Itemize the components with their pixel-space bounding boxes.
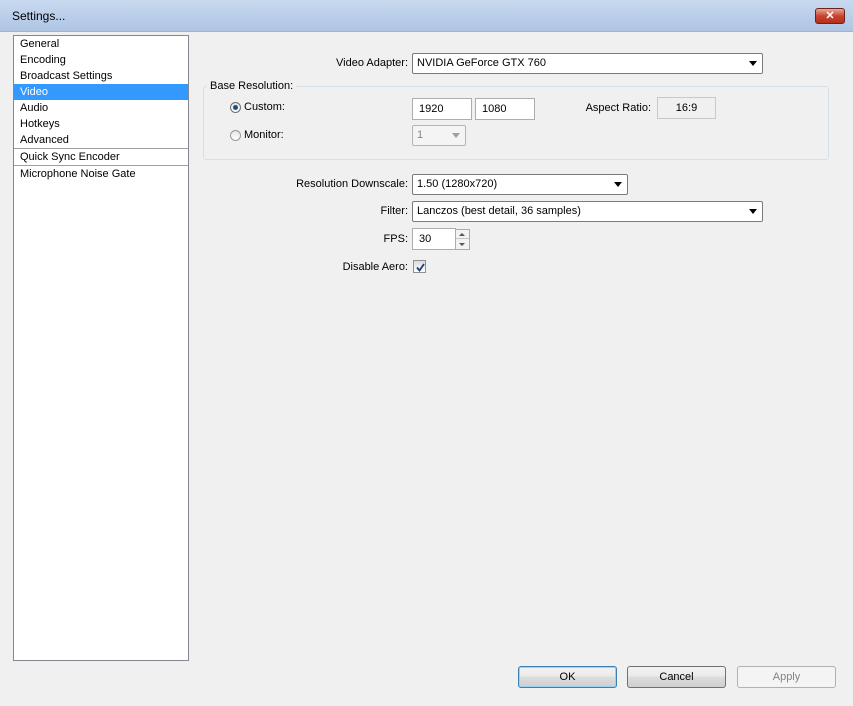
monitor-dropdown[interactable]: 1 (412, 125, 466, 146)
sidebar-item-broadcast-settings[interactable]: Broadcast Settings (14, 68, 188, 84)
settings-category-list[interactable]: General Encoding Broadcast Settings Vide… (13, 35, 189, 661)
cancel-button[interactable]: Cancel (627, 666, 726, 688)
fps-input[interactable]: 30 (412, 228, 456, 250)
disable-aero-label: Disable Aero: (342, 261, 408, 273)
resolution-height-value: 1080 (482, 103, 507, 115)
close-icon: ✕ (825, 10, 835, 22)
checkmark-icon (416, 263, 425, 272)
aspect-ratio-value: 16:9 (657, 97, 716, 119)
video-adapter-dropdown[interactable]: NVIDIA GeForce GTX 760 (412, 53, 763, 74)
fps-value: 30 (419, 233, 432, 245)
monitor-value: 1 (417, 129, 424, 141)
resolution-height-input[interactable]: 1080 (475, 98, 535, 120)
chevron-down-icon (749, 209, 757, 214)
custom-radio[interactable] (230, 102, 241, 113)
filter-value: Lanczos (best detail, 36 samples) (417, 205, 581, 217)
disable-aero-checkbox[interactable] (413, 260, 426, 273)
chevron-down-icon (452, 133, 460, 138)
sidebar-item-general[interactable]: General (14, 36, 188, 52)
monitor-radio[interactable] (230, 130, 241, 141)
fps-label: FPS: (383, 233, 408, 245)
chevron-down-icon (614, 182, 622, 187)
close-button[interactable]: ✕ (815, 8, 845, 24)
sidebar-item-microphone-noise-gate[interactable]: Microphone Noise Gate (14, 165, 188, 182)
chevron-down-icon (749, 61, 757, 66)
monitor-label[interactable]: Monitor: (244, 129, 284, 141)
filter-label: Filter: (380, 205, 409, 217)
resolution-downscale-value: 1.50 (1280x720) (417, 178, 498, 190)
custom-label[interactable]: Custom: (244, 101, 285, 113)
resolution-width-value: 1920 (419, 103, 444, 115)
resolution-width-input[interactable]: 1920 (412, 98, 472, 120)
sidebar-item-quick-sync-encoder[interactable]: Quick Sync Encoder (14, 148, 188, 165)
fps-spinner[interactable] (455, 229, 470, 250)
title-bar[interactable]: Settings... ✕ (0, 0, 853, 32)
resolution-downscale-dropdown[interactable]: 1.50 (1280x720) (412, 174, 628, 195)
sidebar-item-encoding[interactable]: Encoding (14, 52, 188, 68)
video-adapter-value: NVIDIA GeForce GTX 760 (417, 57, 546, 69)
video-adapter-label: Video Adapter: (336, 57, 408, 69)
sidebar-item-advanced[interactable]: Advanced (14, 132, 188, 148)
ok-button[interactable]: OK (518, 666, 617, 688)
spin-up-icon[interactable] (456, 230, 469, 239)
sidebar-item-audio[interactable]: Audio (14, 100, 188, 116)
window-title: Settings... (12, 9, 66, 23)
spin-down-icon[interactable] (456, 240, 469, 249)
filter-dropdown[interactable]: Lanczos (best detail, 36 samples) (412, 201, 763, 222)
apply-button[interactable]: Apply (737, 666, 836, 688)
sidebar-item-video[interactable]: Video (14, 84, 188, 100)
resolution-downscale-label: Resolution Downscale: (296, 178, 408, 190)
aspect-ratio-label: Aspect Ratio: (585, 102, 651, 114)
sidebar-item-hotkeys[interactable]: Hotkeys (14, 116, 188, 132)
base-resolution-title: Base Resolution: (207, 80, 297, 92)
